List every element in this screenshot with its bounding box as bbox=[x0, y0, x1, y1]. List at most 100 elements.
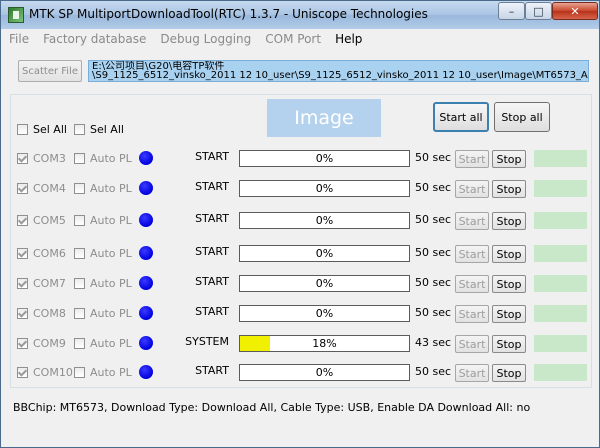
app-icon bbox=[8, 7, 24, 23]
progress-percent: 0% bbox=[315, 366, 334, 379]
com-label: COM10 bbox=[33, 366, 73, 379]
com-checkbox[interactable]: COM6 bbox=[17, 247, 66, 260]
menu-com-port[interactable]: COM Port bbox=[258, 32, 328, 46]
menu-file[interactable]: File bbox=[1, 32, 36, 46]
progress-bar: 0% bbox=[239, 212, 410, 229]
auto-pl-checkbox-box[interactable] bbox=[74, 278, 85, 289]
com-checkbox[interactable]: COM10 bbox=[17, 366, 73, 379]
progress-bar: 0% bbox=[239, 275, 410, 292]
port-status: START bbox=[195, 180, 229, 193]
row-stop-button[interactable]: Stop bbox=[492, 150, 526, 168]
progress-percent: 18% bbox=[312, 337, 337, 350]
row-start-button[interactable]: Start bbox=[455, 335, 489, 353]
row-stop-button[interactable]: Stop bbox=[492, 305, 526, 323]
elapsed-time: 43 sec bbox=[415, 336, 452, 349]
com-checkbox-box[interactable] bbox=[17, 338, 28, 349]
com-checkbox-box[interactable] bbox=[17, 308, 28, 319]
com-port-row-com8: COM8 Auto PL START 0% 50 sec Start Stop bbox=[11, 300, 593, 326]
scatter-path-line2: \S9_1125_6512_vinsko_2011 12 10_user\S9_… bbox=[92, 70, 589, 81]
row-start-button[interactable]: Start bbox=[455, 305, 489, 323]
auto-pl-checkbox-box[interactable] bbox=[74, 338, 85, 349]
com-checkbox-box[interactable] bbox=[17, 248, 28, 259]
menu-help[interactable]: Help bbox=[328, 32, 369, 46]
com-label: COM3 bbox=[33, 152, 66, 165]
sel-all-com-checkbox[interactable]: Sel All bbox=[17, 123, 67, 136]
window-title: MTK SP MultiportDownloadTool(RTC) 1.3.7 … bbox=[29, 7, 428, 21]
com-label: COM7 bbox=[33, 277, 66, 290]
com-port-row-com10: COM10 Auto PL START 0% 50 sec Start Stop bbox=[11, 359, 593, 385]
com-label: COM6 bbox=[33, 247, 66, 260]
auto-pl-checkbox-box[interactable] bbox=[74, 367, 85, 378]
row-start-button[interactable]: Start bbox=[455, 180, 489, 198]
elapsed-time: 50 sec bbox=[415, 181, 452, 194]
progress-bar: 0% bbox=[239, 364, 410, 381]
com-checkbox-box[interactable] bbox=[17, 215, 28, 226]
auto-pl-checkbox-box[interactable] bbox=[74, 308, 85, 319]
com-checkbox[interactable]: COM7 bbox=[17, 277, 66, 290]
progress-percent: 0% bbox=[315, 214, 334, 227]
row-start-button[interactable]: Start bbox=[455, 364, 489, 382]
com-port-row-com6: COM6 Auto PL START 0% 50 sec Start Stop bbox=[11, 240, 593, 266]
row-stop-button[interactable]: Stop bbox=[492, 245, 526, 263]
menu-factory-database[interactable]: Factory database bbox=[36, 32, 153, 46]
result-indicator bbox=[534, 305, 587, 322]
port-status: START bbox=[195, 364, 229, 377]
com-checkbox-box[interactable] bbox=[17, 278, 28, 289]
sel-all-autopl-checkbox[interactable]: Sel All bbox=[74, 123, 124, 136]
maximize-button[interactable]: □ bbox=[525, 2, 552, 20]
elapsed-time: 50 sec bbox=[415, 276, 452, 289]
image-banner: Image bbox=[267, 99, 381, 137]
close-button[interactable]: ✕ bbox=[552, 2, 598, 20]
com-port-row-com5: COM5 Auto PL START 0% 50 sec Start Stop bbox=[11, 207, 593, 233]
row-stop-button[interactable]: Stop bbox=[492, 364, 526, 382]
row-stop-button[interactable]: Stop bbox=[492, 275, 526, 293]
com-port-row-com3: COM3 Auto PL START 0% 50 sec Start Stop bbox=[11, 145, 593, 171]
row-start-button[interactable]: Start bbox=[455, 245, 489, 263]
row-stop-button[interactable]: Stop bbox=[492, 180, 526, 198]
com-checkbox-box[interactable] bbox=[17, 367, 28, 378]
scatter-path-field[interactable]: E:\公司项目\G20\电容TP软件 \S9_1125_6512_vinsko_… bbox=[88, 60, 589, 82]
result-indicator bbox=[534, 150, 587, 167]
com-checkbox-box[interactable] bbox=[17, 153, 28, 164]
com-checkbox[interactable]: COM9 bbox=[17, 337, 66, 350]
elapsed-time: 50 sec bbox=[415, 306, 452, 319]
progress-percent: 0% bbox=[315, 277, 334, 290]
sel-all-autopl-box[interactable] bbox=[74, 124, 85, 135]
progress-bar: 0% bbox=[239, 150, 410, 167]
com-label: COM5 bbox=[33, 214, 66, 227]
auto-pl-checkbox-box[interactable] bbox=[74, 153, 85, 164]
com-port-row-com9: COM9 Auto PL SYSTEM 18% 43 sec Start Sto… bbox=[11, 330, 593, 356]
progress-percent: 0% bbox=[315, 307, 334, 320]
progress-percent: 0% bbox=[315, 152, 334, 165]
header-row: Sel All Sel All Image Start all Stop all bbox=[11, 95, 593, 145]
com-checkbox[interactable]: COM5 bbox=[17, 214, 66, 227]
minimize-button[interactable]: – bbox=[498, 2, 525, 20]
row-start-button[interactable]: Start bbox=[455, 275, 489, 293]
progress-bar: 0% bbox=[239, 245, 410, 262]
com-label: COM8 bbox=[33, 307, 66, 320]
com-port-row-com7: COM7 Auto PL START 0% 50 sec Start Stop bbox=[11, 270, 593, 296]
sel-all-com-box[interactable] bbox=[17, 124, 28, 135]
auto-pl-checkbox-box[interactable] bbox=[74, 248, 85, 259]
title-bar[interactable]: MTK SP MultiportDownloadTool(RTC) 1.3.7 … bbox=[1, 1, 599, 29]
start-all-button[interactable]: Start all bbox=[433, 102, 489, 132]
row-stop-button[interactable]: Stop bbox=[492, 335, 526, 353]
port-status: START bbox=[195, 212, 229, 225]
row-stop-button[interactable]: Stop bbox=[492, 212, 526, 230]
status-text: BBChip: MT6573, Download Type: Download … bbox=[13, 401, 531, 414]
result-indicator bbox=[534, 275, 587, 292]
row-start-button[interactable]: Start bbox=[455, 212, 489, 230]
menu-debug-logging[interactable]: Debug Logging bbox=[153, 32, 258, 46]
com-checkbox[interactable]: COM8 bbox=[17, 307, 66, 320]
com-checkbox-box[interactable] bbox=[17, 183, 28, 194]
result-indicator bbox=[534, 180, 587, 197]
elapsed-time: 50 sec bbox=[415, 151, 452, 164]
elapsed-time: 50 sec bbox=[415, 246, 452, 259]
com-checkbox[interactable]: COM4 bbox=[17, 182, 66, 195]
com-checkbox[interactable]: COM3 bbox=[17, 152, 66, 165]
scatter-file-button[interactable]: Scatter File bbox=[18, 60, 82, 82]
auto-pl-checkbox-box[interactable] bbox=[74, 215, 85, 226]
auto-pl-checkbox-box[interactable] bbox=[74, 183, 85, 194]
row-start-button[interactable]: Start bbox=[455, 150, 489, 168]
stop-all-button[interactable]: Stop all bbox=[494, 102, 550, 132]
